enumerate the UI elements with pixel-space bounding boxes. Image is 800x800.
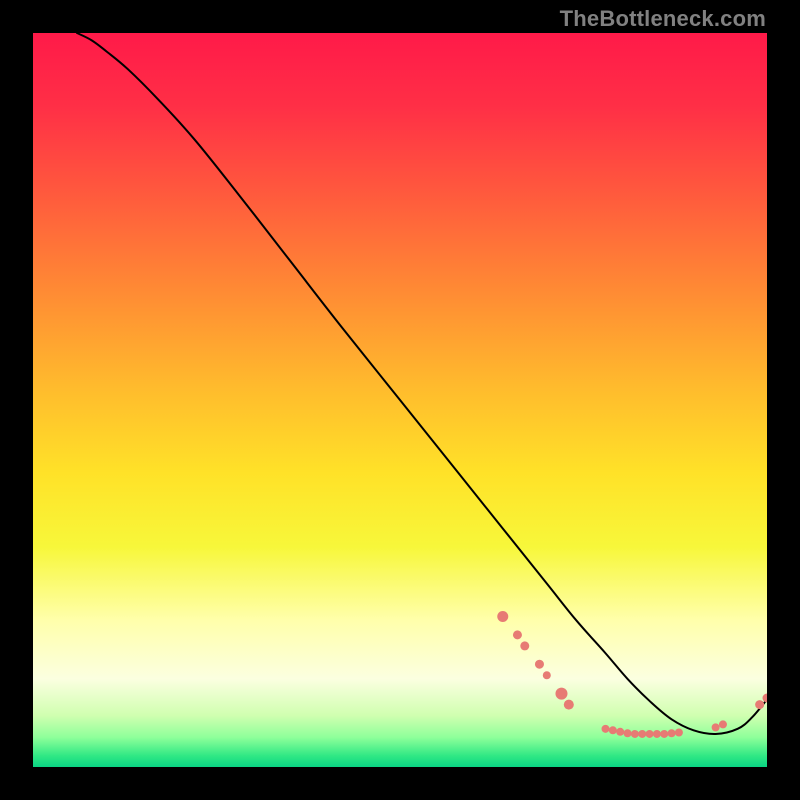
data-marker — [616, 728, 624, 736]
data-marker — [653, 730, 661, 738]
data-marker — [535, 660, 544, 669]
data-marker — [719, 720, 727, 728]
data-marker — [638, 730, 646, 738]
data-marker — [497, 611, 508, 622]
data-marker — [646, 730, 654, 738]
chart-plot — [33, 33, 767, 767]
data-marker — [631, 730, 639, 738]
data-marker — [555, 688, 567, 700]
data-marker — [609, 726, 617, 734]
chart-frame: TheBottleneck.com — [0, 0, 800, 800]
data-marker — [513, 630, 522, 639]
data-marker — [755, 700, 764, 709]
data-marker — [543, 671, 551, 679]
data-marker — [564, 700, 574, 710]
data-marker — [675, 729, 683, 737]
data-marker — [520, 641, 529, 650]
data-marker — [668, 729, 676, 737]
data-marker — [712, 723, 720, 731]
data-marker — [624, 729, 632, 737]
data-marker — [602, 725, 610, 733]
data-marker — [660, 730, 668, 738]
watermark-text: TheBottleneck.com — [560, 6, 766, 32]
